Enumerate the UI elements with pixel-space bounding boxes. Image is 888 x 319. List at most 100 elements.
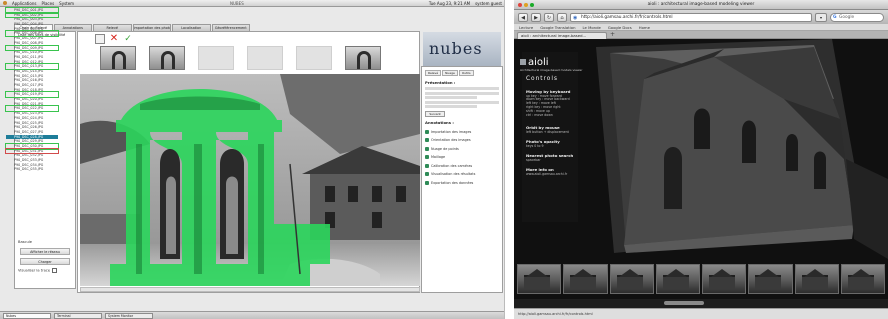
- browser-title-bar: aioli : architectural image-based modeli…: [514, 0, 888, 10]
- tab-georeferencement[interactable]: Géoréférencement: [211, 24, 250, 31]
- scroll-thumb[interactable]: [664, 301, 704, 305]
- photo-scrollbar[interactable]: [80, 287, 420, 292]
- aioli-browser-window: aioli : architectural image-based modeli…: [514, 0, 888, 319]
- show-network-button[interactable]: Afficher le réseau: [20, 248, 70, 255]
- validate-icon[interactable]: ✓: [123, 34, 133, 44]
- browser-window-title: aioli : architectural image-based modeli…: [647, 2, 755, 7]
- step-icon: [425, 138, 429, 142]
- more-info-link[interactable]: www.aioli.gamsau.archi.fr: [526, 172, 578, 177]
- film-thumbnail[interactable]: [655, 264, 700, 294]
- gnome-foot-icon[interactable]: [3, 1, 7, 5]
- menu-places[interactable]: Places: [41, 1, 54, 6]
- rss-icon[interactable]: ▾: [815, 12, 827, 22]
- thumbnail[interactable]: [100, 46, 136, 70]
- step-icon: [425, 180, 429, 185]
- right-tab-outils[interactable]: Outils: [458, 70, 474, 76]
- new-tab-icon[interactable]: +: [610, 31, 615, 39]
- nubes-window: Applications Places System NUBES Tue Aug…: [0, 0, 505, 319]
- browser-tabs: aioli : architectural image-based... +: [514, 31, 888, 39]
- step-icon: [425, 146, 429, 151]
- tab-releve[interactable]: Relevé: [93, 24, 132, 31]
- task-terminal[interactable]: Terminal: [54, 312, 102, 319]
- mouse-help: Orbit by mouse left button + displacemen…: [526, 125, 569, 134]
- select-tool-icon[interactable]: [95, 34, 105, 44]
- film-thumbnail[interactable]: [563, 264, 608, 294]
- photo-filmstrip: [514, 259, 888, 299]
- step-item[interactable]: Maillage: [425, 155, 499, 159]
- aioli-subtitle: Architectural image-based models viewer: [520, 68, 583, 72]
- text-line: [425, 105, 477, 108]
- file-list-item[interactable]: P90_DSC_035.JPG: [6, 167, 58, 172]
- controls-overlay: Controls Moving by keyboard up key : mov…: [522, 52, 578, 222]
- step-item[interactable]: Exportation des données: [425, 180, 499, 185]
- trace-toggle[interactable]: Visualiser la trace: [14, 268, 76, 274]
- right-panel-tabs: Relevé Nuage Outils: [425, 70, 499, 76]
- search-input[interactable]: Google: [830, 12, 884, 22]
- nubes-logo: nubes: [423, 32, 501, 66]
- load-button[interactable]: Charger: [20, 258, 70, 265]
- keyboard-help: Moving by keyboard up key : move forward…: [526, 89, 571, 117]
- tab-importation[interactable]: Importation des photos: [132, 24, 171, 31]
- task-system-monitor[interactable]: System Monitor: [105, 312, 153, 319]
- step-item[interactable]: Visualisation des résultats: [425, 172, 499, 176]
- film-thumbnail[interactable]: [840, 264, 885, 294]
- bookmark-item[interactable]: Google Translation: [540, 24, 575, 30]
- trace-checkbox[interactable]: [52, 268, 58, 273]
- film-thumbnail[interactable]: [748, 264, 793, 294]
- workspace-toolbar: ✕ ✓: [95, 33, 133, 45]
- bookmark-item[interactable]: Home: [639, 24, 650, 30]
- tab-annotations[interactable]: Annotations: [53, 24, 92, 31]
- back-icon[interactable]: ◀: [518, 12, 528, 22]
- browser-toolbar: ◀ ▶ ↻ ⌂ http://aioli.gamsau.archi.fr/fr/…: [514, 10, 888, 24]
- film-thumbnail[interactable]: [702, 264, 747, 294]
- menu-applications[interactable]: Applications: [12, 1, 36, 6]
- clock[interactable]: Tue Aug 23, 9:21 AM: [429, 1, 470, 6]
- aioli-logo: aioli: [520, 57, 549, 68]
- browser-tab[interactable]: aioli : architectural image-based...: [517, 32, 607, 39]
- home-icon[interactable]: ⌂: [557, 12, 567, 22]
- annotated-photo[interactable]: [80, 74, 420, 286]
- filmstrip-scrollbar[interactable]: [514, 299, 888, 308]
- next-button[interactable]: Suivant: [425, 111, 445, 117]
- thumbnail-empty[interactable]: [247, 46, 283, 70]
- tab-localisation[interactable]: Localisation: [172, 24, 211, 31]
- thumbnail[interactable]: [345, 46, 381, 70]
- film-thumbnail[interactable]: [609, 264, 654, 294]
- bookmark-item[interactable]: Lecture: [519, 24, 533, 30]
- presentation-heading: Présentation :: [425, 80, 456, 85]
- task-nubes[interactable]: Nubes: [3, 312, 51, 319]
- bookmark-item[interactable]: Google Docs: [608, 24, 632, 30]
- step-item[interactable]: Calibration des caméras: [425, 163, 499, 168]
- delete-icon[interactable]: ✕: [109, 34, 119, 44]
- menu-system[interactable]: System: [59, 1, 74, 6]
- user-name[interactable]: system guest: [475, 1, 502, 6]
- step-item[interactable]: Importation des images: [425, 129, 499, 134]
- text-line: [425, 96, 477, 99]
- right-tab-releve[interactable]: Relevé: [425, 70, 442, 76]
- controls-title: Controls: [526, 76, 558, 82]
- trace-label: Visualiser la trace: [18, 268, 51, 273]
- minimize-button[interactable]: [524, 3, 528, 7]
- bookmark-item[interactable]: Le Monde: [582, 24, 600, 30]
- thumbnail[interactable]: [149, 46, 185, 70]
- window-title: NUBES: [230, 1, 244, 6]
- bascule-label: Bascule: [18, 240, 33, 244]
- step-item[interactable]: Orientation des images: [425, 138, 499, 142]
- url-field[interactable]: http://aioli.gamsau.archi.fr/fr/controls…: [570, 12, 812, 22]
- zoom-button[interactable]: [530, 3, 534, 7]
- thumbnail-empty[interactable]: [296, 46, 332, 70]
- film-thumbnail[interactable]: [517, 264, 562, 294]
- photo-canvas: [80, 74, 420, 286]
- more-info: More info on www.aioli.gamsau.archi.fr: [526, 167, 578, 177]
- film-thumbnail[interactable]: [794, 264, 839, 294]
- text-line: [425, 100, 499, 104]
- thumbnail-empty[interactable]: [198, 46, 234, 70]
- step-item[interactable]: Nuage de points: [425, 146, 499, 151]
- thumbnail-strip: [100, 46, 381, 72]
- text-line: [425, 91, 499, 95]
- right-tab-nuage[interactable]: Nuage: [442, 70, 458, 76]
- step-icon: [425, 163, 429, 168]
- forward-icon[interactable]: ▶: [531, 12, 541, 22]
- close-button[interactable]: [518, 3, 522, 7]
- reload-icon[interactable]: ↻: [544, 12, 554, 22]
